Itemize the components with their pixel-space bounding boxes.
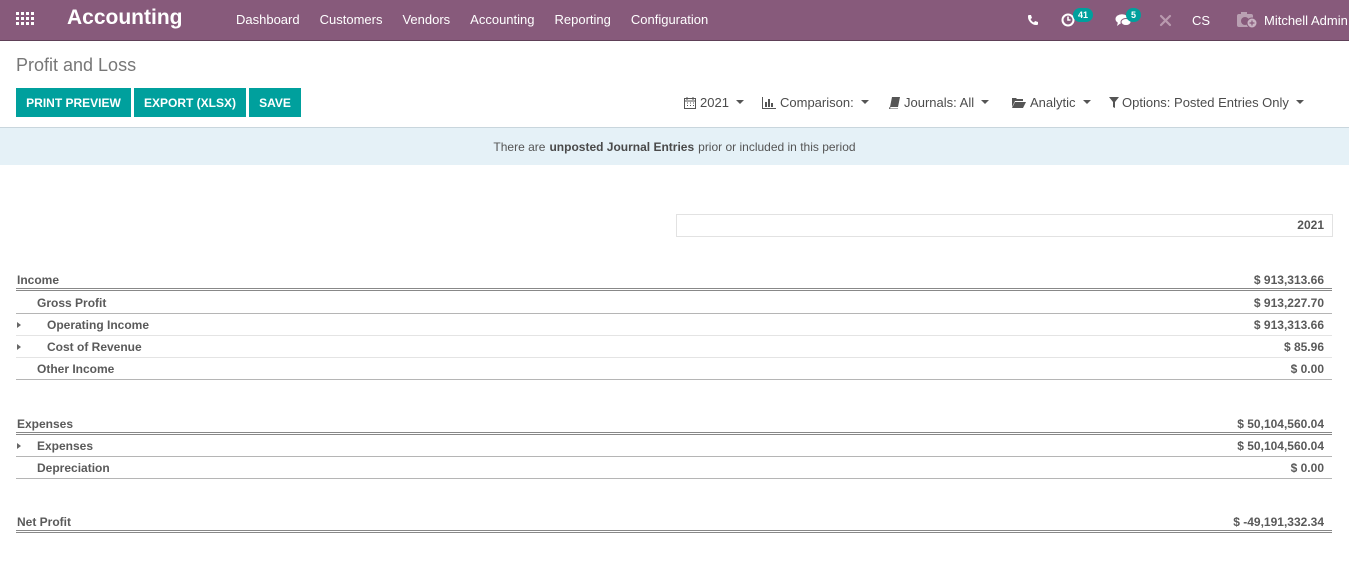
line-label: Income xyxy=(17,273,60,287)
report-line-gross-profit: Gross Profit $ 913,227.70 xyxy=(16,292,1332,314)
report-line-expenses[interactable]: Expenses $ 50,104,560.04 xyxy=(16,435,1332,457)
options-dropdown[interactable]: Options: Posted Entries Only xyxy=(1109,95,1304,110)
activities-button[interactable]: 41 xyxy=(1061,0,1094,40)
menu-configuration[interactable]: Configuration xyxy=(621,0,718,40)
report-line-net-profit: Net Profit $ -49,191,332.34 xyxy=(16,511,1332,533)
expand-caret-icon[interactable] xyxy=(17,443,21,449)
menu-vendors[interactable]: Vendors xyxy=(392,0,460,40)
line-label: Expenses xyxy=(37,439,94,453)
report-line-depreciation: Depreciation $ 0.00 xyxy=(16,457,1332,479)
page-title: Profit and Loss xyxy=(16,55,137,75)
avatar-icon xyxy=(1237,12,1258,29)
line-amount[interactable]: $ 85.96 xyxy=(1284,340,1324,354)
book-icon xyxy=(889,96,900,109)
line-label: Net Profit xyxy=(17,515,71,529)
line-label: Expenses xyxy=(17,417,74,431)
company-code: CS xyxy=(1192,12,1211,28)
app-brand[interactable]: Accounting xyxy=(67,6,183,30)
export-xlsx-button[interactable]: EXPORT (XLSX) xyxy=(134,88,246,117)
caret-down-icon xyxy=(1082,99,1091,104)
line-label: Operating Income xyxy=(47,318,150,332)
alert-prefix: There are xyxy=(493,139,546,154)
bar-chart-icon xyxy=(762,96,776,109)
analytic-dropdown[interactable]: Analytic xyxy=(1012,95,1091,110)
report-line-income: Income $ 913,313.66 xyxy=(16,269,1332,291)
user-name: Mitchell Admin xyxy=(1264,12,1348,28)
line-amount[interactable]: $ 0.00 xyxy=(1291,362,1324,376)
unposted-entries-alert: There are unposted Journal Entries prior… xyxy=(0,127,1349,165)
caret-down-icon xyxy=(1295,99,1304,104)
expand-caret-icon[interactable] xyxy=(17,322,21,328)
journals-label: Journals: All xyxy=(904,95,975,110)
menu-customers[interactable]: Customers xyxy=(310,0,393,40)
company-switcher[interactable]: CS xyxy=(1192,0,1210,40)
menu-reporting[interactable]: Reporting xyxy=(545,0,621,40)
options-label: Options: Posted Entries Only xyxy=(1122,95,1289,110)
print-preview-button[interactable]: PRINT PREVIEW xyxy=(16,88,131,117)
debug-tools-button[interactable] xyxy=(1159,0,1172,40)
line-label: Gross Profit xyxy=(37,296,107,310)
report-line-cost-of-revenue[interactable]: Cost of Revenue $ 85.96 xyxy=(16,336,1332,358)
activity-count-badge: 41 xyxy=(1073,8,1094,22)
comparison-dropdown[interactable]: Comparison: xyxy=(762,95,869,110)
line-label: Depreciation xyxy=(37,461,110,475)
top-navbar: Accounting Dashboard Customers Vendors A… xyxy=(0,0,1349,41)
save-button[interactable]: SAVE xyxy=(249,88,301,117)
journals-dropdown[interactable]: Journals: All xyxy=(889,95,990,110)
report-line-operating-income[interactable]: Operating Income $ 913,313.66 xyxy=(16,314,1332,336)
expand-caret-icon[interactable] xyxy=(17,344,21,350)
line-label: Cost of Revenue xyxy=(47,340,142,354)
caret-down-icon xyxy=(860,99,869,104)
menu-dashboard[interactable]: Dashboard xyxy=(226,0,310,40)
folder-open-icon xyxy=(1012,98,1026,108)
analytic-label: Analytic xyxy=(1030,95,1076,110)
caret-down-icon xyxy=(735,99,744,104)
line-amount[interactable]: $ 0.00 xyxy=(1291,461,1324,475)
date-filter-label: 2021 xyxy=(700,95,729,110)
line-amount[interactable]: $ 913,313.66 xyxy=(1254,318,1324,332)
messages-button[interactable]: 5 xyxy=(1115,0,1142,40)
alert-link-text[interactable]: unposted Journal Entries xyxy=(549,140,694,154)
period-column-header: 2021 xyxy=(676,214,1333,237)
date-filter-dropdown[interactable]: 2021 xyxy=(684,95,744,110)
tools-icon xyxy=(1159,14,1172,26)
calendar-icon xyxy=(684,96,696,109)
phone-button[interactable] xyxy=(1027,0,1039,40)
phone-icon xyxy=(1028,15,1038,25)
line-amount[interactable]: $ 913,227.70 xyxy=(1254,296,1324,310)
line-amount[interactable]: $ 50,104,560.04 xyxy=(1237,439,1324,453)
line-amount[interactable]: $ -49,191,332.34 xyxy=(1233,515,1324,529)
messages-count-badge: 5 xyxy=(1126,8,1142,22)
main-menu: Dashboard Customers Vendors Accounting R… xyxy=(226,0,718,40)
alert-suffix: prior or included in this period xyxy=(698,139,856,154)
user-menu[interactable]: Mitchell Admin xyxy=(1236,0,1348,40)
line-amount[interactable]: $ 50,104,560.04 xyxy=(1237,417,1324,431)
line-amount[interactable]: $ 913,313.66 xyxy=(1254,273,1324,287)
caret-down-icon xyxy=(981,99,990,104)
menu-accounting[interactable]: Accounting xyxy=(460,0,544,40)
comparison-label: Comparison: xyxy=(780,95,854,110)
line-label: Other Income xyxy=(37,362,115,376)
filter-icon xyxy=(1109,97,1119,108)
report-line-other-income: Other Income $ 0.00 xyxy=(16,358,1332,380)
apps-menu-icon[interactable] xyxy=(16,12,34,26)
report-line-expenses-total: Expenses $ 50,104,560.04 xyxy=(16,413,1332,435)
